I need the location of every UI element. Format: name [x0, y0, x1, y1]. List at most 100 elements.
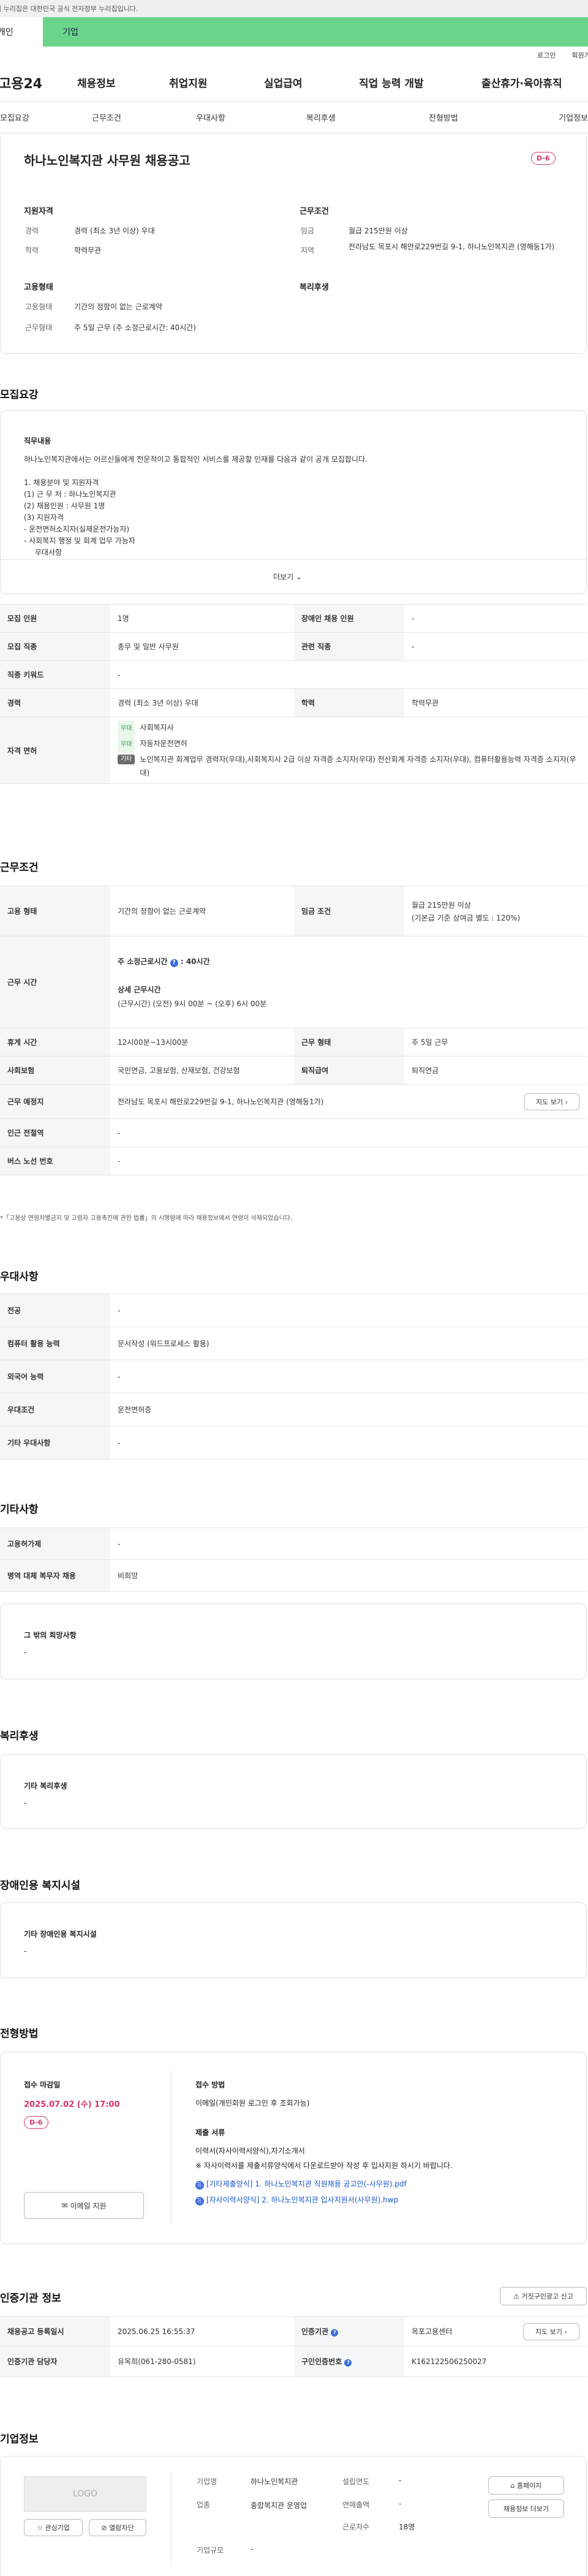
row-value: -	[110, 1527, 587, 1560]
pref-tag: 우대	[118, 737, 135, 753]
nav-welfare[interactable]: 복리후생	[276, 111, 386, 123]
license-name: 사회복지사	[140, 723, 174, 732]
row-label: 학력	[294, 688, 404, 717]
block-label: 열람차단	[109, 2524, 134, 2532]
row-label: 사회보험	[0, 1056, 110, 1085]
age-note: *「고용상 연령차별금지 및 고령자 고용촉진에 관한 법률」의 시행령에 따라…	[0, 1215, 293, 1222]
row-label: 자격 면허	[0, 717, 110, 784]
more-button[interactable]: 더보기 ⌄	[273, 571, 302, 582]
login-link[interactable]: 로그인	[537, 50, 556, 60]
work-section-title: 근무조건	[0, 862, 39, 874]
menu-leave[interactable]: 출산휴가·육아휴직	[481, 75, 562, 90]
table-row: 경력 경력 (최소 3년 이상) 우대 학력 학력무관	[0, 688, 587, 717]
info-icon[interactable]: ?	[170, 958, 178, 967]
summary-label: 고용형태	[25, 303, 53, 311]
deadline-value: 2025.07.02 (수) 17:00	[24, 2100, 120, 2109]
company-value: 18명	[399, 2523, 415, 2531]
content-line: 1. 채용분야 및 지원자격	[24, 478, 99, 487]
table-row: 우대조건 운전면허증	[0, 1393, 587, 1426]
summary-value: 전라남도 목포시 해안로229번길 9-1, 하나노인복지관 (영해동1가)	[349, 243, 555, 251]
cond-title: 근무조건	[300, 207, 329, 216]
tab-company[interactable]: 기업	[43, 17, 98, 47]
site-logo[interactable]: 고용24	[0, 73, 72, 92]
report-label: 거짓구인광고 신고	[521, 2292, 573, 2300]
row-value: 유옥희(061-280-0581)	[110, 2346, 294, 2377]
license-item: 우대 자동차운전면허	[118, 737, 579, 753]
nav-select[interactable]: 전형방법	[386, 111, 508, 123]
company-label: 기업규모	[197, 2546, 224, 2555]
summary-card: 하나노인복지관 사무원 채용공고 D-6 지원자격 경력 경력 (최소 3년 이…	[0, 136, 587, 354]
job-content-text: 하나노인복지관에서는 어르신들에게 전문적이고 통합적인 서비스를 제공할 인재…	[24, 454, 368, 559]
company-label: 근로자수	[342, 2523, 370, 2531]
signup-link[interactable]: 회원가입	[572, 50, 588, 60]
table-row: 근무 시간 주 소정근로시간 ? : 40시간 상세 근무시간 (근무시간) (…	[0, 936, 587, 1028]
nav-work[interactable]: 근무조건	[80, 111, 172, 123]
row-value: 운전면허증	[110, 1393, 587, 1426]
user-type-tabs: 개인 기업	[0, 17, 588, 47]
table-row: 전공 -	[0, 1294, 587, 1327]
emp-title: 고용형태	[24, 283, 53, 292]
block-button[interactable]: ⊘ 열람차단	[89, 2519, 146, 2536]
row-label: 장애인 채용 인원	[294, 604, 404, 633]
table-row: 모집 직종 총무 및 일반 사무원 관련 직종 -	[0, 632, 587, 661]
row-label: 기타 우대사항	[0, 1426, 110, 1459]
nav-recruit[interactable]: 모집요강	[0, 111, 80, 123]
row-value: 경력 (최소 3년 이상) 우대	[110, 688, 294, 717]
mail-icon: ✉	[61, 2201, 68, 2210]
row-label: 인증기관 담당자	[0, 2346, 110, 2377]
fav-button[interactable]: ☆ 관심기업	[24, 2519, 83, 2536]
row-value: 퇴직연금	[404, 1056, 587, 1085]
table-row: 고용 형태 기간의 정함이 없는 근로계약 임금 조건 월급 215만원 이상 (기본급…	[0, 886, 587, 936]
disab-label: 기타 장애인용 복지시설	[24, 1930, 97, 1938]
summary-value: 경력 (최소 3년 이상) 우대	[74, 227, 155, 235]
file-link-2[interactable]: ⎘ [자사이력서양식] 2. 하나노인복지관 입사지원서(사무원).hwp	[195, 2194, 398, 2205]
menu-jobs[interactable]: 채용정보	[77, 75, 169, 90]
main-nav: 고용24 채용정보 취업지원 실업급여 직업 능력 개발 출산휴가·육아휴직	[0, 64, 588, 102]
report-button[interactable]: ⚠ 거짓구인광고 신고	[500, 2287, 587, 2305]
email-apply-button[interactable]: ✉ 이메일 지원	[24, 2192, 144, 2219]
content-line: - 운전면허소지자(실제운전가능자)	[24, 525, 130, 533]
welfare-section-title: 복리후생	[0, 1730, 39, 1742]
hope-label: 그 밖의 희망사항	[24, 1631, 77, 1640]
row-value: -	[110, 1147, 587, 1175]
map-label: 지도 보기	[536, 1098, 564, 1106]
company-label: 설립연도	[342, 2477, 370, 2486]
nav-pref[interactable]: 우대사항	[172, 111, 276, 123]
row-value: 목포고용센터 지도 보기 ›	[404, 2316, 587, 2346]
map-button[interactable]: 지도 보기 ›	[524, 1093, 579, 1110]
homepage-button[interactable]: ⌂ 홈페이지	[488, 2476, 564, 2495]
row-label: 직종 키워드	[0, 660, 110, 689]
disab-card: 기타 장애인용 복지시설 -	[0, 1902, 587, 1978]
job-title: 하나노인복지관 사무원 채용공고	[24, 153, 190, 168]
etc-section-title: 기타사항	[0, 1504, 39, 1516]
file-link-1[interactable]: ⎘ [기타제출양식] 1. 하나노인복지관 직원채용 공고안(-사무원).pdf	[195, 2179, 407, 2190]
recruit-table: 모집 인원 1명 장애인 채용 인원 - 모집 직종 총무 및 일반 사무원 관련 직종 -…	[0, 604, 587, 784]
content-line: (3) 지원자격	[24, 513, 64, 522]
row-value: 총무 및 일반 사무원	[110, 632, 294, 661]
nav-company[interactable]: 기업정보	[508, 111, 588, 123]
menu-unemployment[interactable]: 실업급여	[264, 75, 359, 90]
menu-support[interactable]: 취업지원	[169, 75, 264, 90]
no-label: 구인인증번호	[301, 2357, 342, 2366]
info-icon[interactable]: ?	[344, 2359, 352, 2367]
org-map-button[interactable]: 지도 보기 ›	[523, 2323, 579, 2340]
table-row: 직종 키워드 -	[0, 660, 587, 689]
row-label: 우대조건	[0, 1393, 110, 1426]
info-icon[interactable]: ?	[331, 2329, 339, 2337]
row-label: 퇴직급여	[294, 1056, 404, 1085]
wage-line: (기본급 기준 상여금 별도 : 120%)	[412, 913, 521, 922]
weekly-label: 주 소정근로시간	[118, 957, 168, 966]
row-label: 컴퓨터 활용 능력	[0, 1327, 110, 1360]
disab-value: -	[24, 1947, 27, 1956]
tab-personal[interactable]: 개인	[0, 17, 43, 47]
docs-label: 제출 서류	[195, 2128, 225, 2137]
table-row: 자격 면허 우대 사회복지사 우대 자동차운전면허 기타 노인복지관 회계업무 경력자…	[0, 717, 587, 784]
more-jobs-button[interactable]: 채용정보 더보기	[488, 2499, 564, 2518]
home-icon: ⌂	[510, 2481, 515, 2490]
menu-training[interactable]: 직업 능력 개발	[359, 75, 481, 90]
content-line: 하나노인복지관에서는 어르신들에게 전문적이고 통합적인 서비스를 제공할 인재…	[24, 455, 368, 464]
job-content-card: 직무내용 하나노인복지관에서는 어르신들에게 전문적이고 통합적인 서비스를 제…	[0, 410, 587, 594]
row-value: -	[110, 1360, 587, 1393]
license-item: 기타 노인복지관 회계업무 경력자(우대),사회복지사 2급 이상 자격증 소지자…	[118, 753, 579, 780]
time-value: 주 소정근로시간 ? : 40시간 상세 근무시간 (근무시간) (오전) 9시…	[110, 936, 587, 1028]
